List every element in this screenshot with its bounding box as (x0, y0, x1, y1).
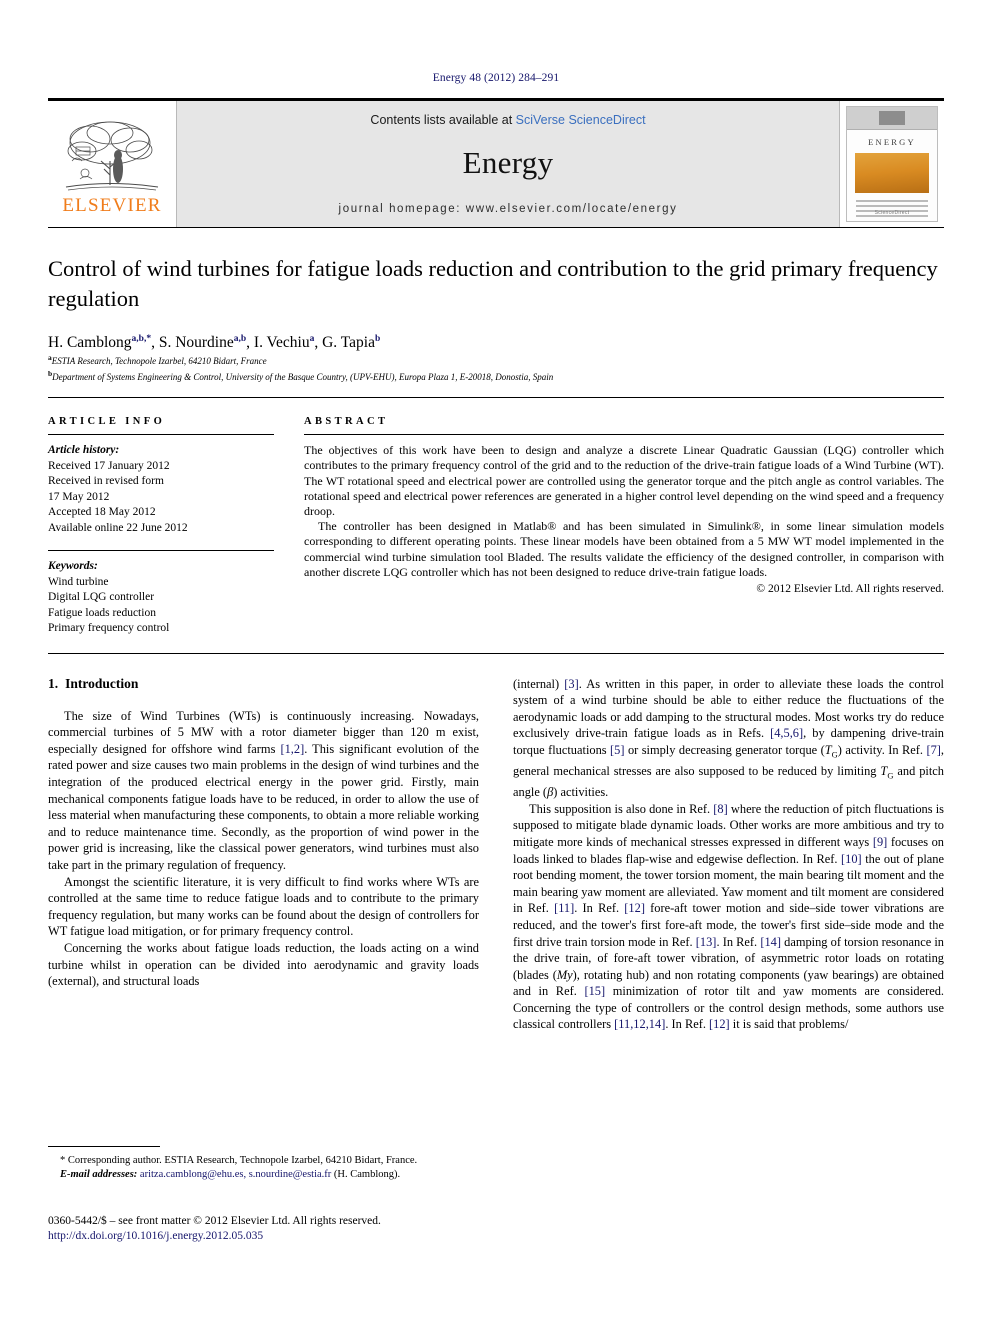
body-right-column: (internal) [3]. As written in this paper… (513, 676, 944, 1033)
cover-title: ENERGY (868, 137, 916, 147)
footnote-rule (48, 1146, 160, 1147)
contents-prefix: Contents lists available at (370, 113, 516, 127)
email-addresses[interactable]: aritza.camblong@ehu.es, s.nourdine@estia… (140, 1169, 331, 1180)
sciencedirect-link[interactable]: SciVerse ScienceDirect (516, 113, 646, 127)
section-title: Introduction (65, 675, 139, 691)
cover-footer-label: ScienceDirect (874, 210, 910, 216)
keyword-item: Primary frequency control (48, 622, 170, 635)
affiliation-text: ESTIA Research, Technopole Izarbel, 6421… (51, 356, 267, 367)
doi-link[interactable]: http://dx.doi.org/10.1016/j.energy.2012.… (48, 1229, 568, 1244)
journal-masthead: ELSEVIER Contents lists available at Sci… (48, 98, 944, 227)
author-entry: G. Tapiab (322, 334, 380, 351)
paper-page: Energy 48 (2012) 284–291 ELSEVIER Conten… (0, 0, 992, 1323)
journal-cover-thumbnail: ENERGY ScienceDirect (840, 101, 944, 227)
author-entry: I. Vechiua (254, 334, 314, 351)
email-owner: (H. Camblong). (333, 1169, 401, 1180)
abstract-bottom-rule (48, 652, 944, 654)
info-abstract-section: ARTICLE INFO Article history: Received 1… (48, 398, 944, 637)
cover-top-bar (847, 107, 937, 130)
cover-image (855, 153, 929, 193)
elsevier-logo: ELSEVIER (48, 101, 176, 227)
masthead-bottom-rule (48, 227, 944, 228)
history-item: Available online 22 June 2012 (48, 521, 188, 534)
affiliation-text: Department of Systems Engineering & Cont… (52, 371, 554, 382)
history-item: Received 17 January 2012 (48, 459, 170, 472)
author-name: I. Vechiu (253, 334, 310, 352)
body-paragraph: Amongst the scientific literature, it is… (48, 874, 479, 939)
elsevier-tree-icon (65, 121, 159, 191)
masthead-center: Contents lists available at SciVerse Sci… (176, 101, 840, 227)
email-label: E-mail addresses: (60, 1169, 138, 1180)
abstract-copyright: © 2012 Elsevier Ltd. All rights reserved… (756, 582, 944, 595)
corresponding-author-note: * Corresponding author. ESTIA Research, … (60, 1155, 418, 1166)
body-left-column: 1. Introduction The size of Wind Turbines… (48, 676, 479, 1033)
author-affil-marker: a (309, 334, 315, 344)
journal-title: Energy (462, 145, 554, 180)
body-paragraph: Concerning the works about fatigue loads… (48, 940, 479, 989)
email-note: E-mail addresses: aritza.camblong@ehu.es… (48, 1168, 462, 1182)
article-info-column: ARTICLE INFO Article history: Received 1… (48, 416, 300, 637)
page-footer: 0360-5442/$ – see front matter © 2012 El… (48, 1214, 568, 1244)
article-info-heading: ARTICLE INFO (48, 416, 166, 428)
body-paragraph: This supposition is also done in Ref. [8… (513, 801, 945, 1032)
section-number: 1. (48, 675, 59, 691)
body-paragraph: The size of Wind Turbines (WTs) is conti… (48, 708, 479, 872)
footnote-block: * Corresponding author. ESTIA Research, … (48, 1146, 462, 1182)
elsevier-wordmark: ELSEVIER (62, 195, 162, 216)
author-affil-marker: a,b,* (131, 334, 152, 344)
affiliation-b: bDepartment of Systems Engineering & Con… (48, 368, 944, 384)
article-history-label: Article history: (48, 444, 120, 457)
contents-available-line: Contents lists available at SciVerse Sci… (370, 113, 645, 127)
author-affil-marker: b (374, 334, 381, 344)
author-name: G. Tapia (322, 334, 375, 352)
issn-copyright-line: 0360-5442/$ – see front matter © 2012 El… (48, 1215, 381, 1227)
keywords-rule (48, 550, 274, 552)
keyword-item: Digital LQG controller (48, 591, 155, 604)
title-block: Control of wind turbines for fatigue loa… (48, 254, 944, 383)
author-name: H. Camblong (48, 334, 132, 352)
running-head: Energy 48 (2012) 284–291 (432, 72, 560, 84)
affiliation-a: aESTIA Research, Technopole Izarbel, 642… (48, 352, 944, 368)
author-entry: H. Camblonga,b,* (48, 334, 151, 351)
page-title: Control of wind turbines for fatigue loa… (48, 256, 938, 311)
body-paragraph: (internal) [3]. As written in this paper… (513, 676, 944, 800)
history-item: Received in revised form (48, 475, 164, 488)
section-heading-introduction: 1. Introduction (48, 676, 479, 692)
author-entry: S. Nourdinea,b (159, 334, 246, 351)
abstract-paragraph: The objectives of this work have been to… (304, 443, 944, 518)
article-info-rule (48, 434, 274, 436)
body-columns: 1. Introduction The size of Wind Turbines… (48, 676, 944, 1033)
abstract-paragraph: The controller has been designed in Matl… (304, 519, 944, 579)
author-affil-marker: a,b (233, 334, 247, 344)
history-item: 17 May 2012 (48, 490, 110, 503)
author-name: S. Nourdine (158, 334, 234, 352)
keyword-item: Wind turbine (48, 575, 109, 588)
abstract-heading: ABSTRACT (304, 416, 389, 428)
journal-homepage-link[interactable]: journal homepage: www.elsevier.com/locat… (339, 203, 678, 215)
abstract-column: ABSTRACT The objectives of this work hav… (300, 416, 944, 637)
keyword-item: Fatigue loads reduction (48, 606, 156, 619)
keywords-label: Keywords: (48, 560, 98, 573)
history-item: Accepted 18 May 2012 (48, 506, 156, 519)
author-list: H. Camblonga,b,*, S. Nourdinea,b, I. Vec… (48, 334, 381, 352)
abstract-rule (304, 434, 944, 436)
